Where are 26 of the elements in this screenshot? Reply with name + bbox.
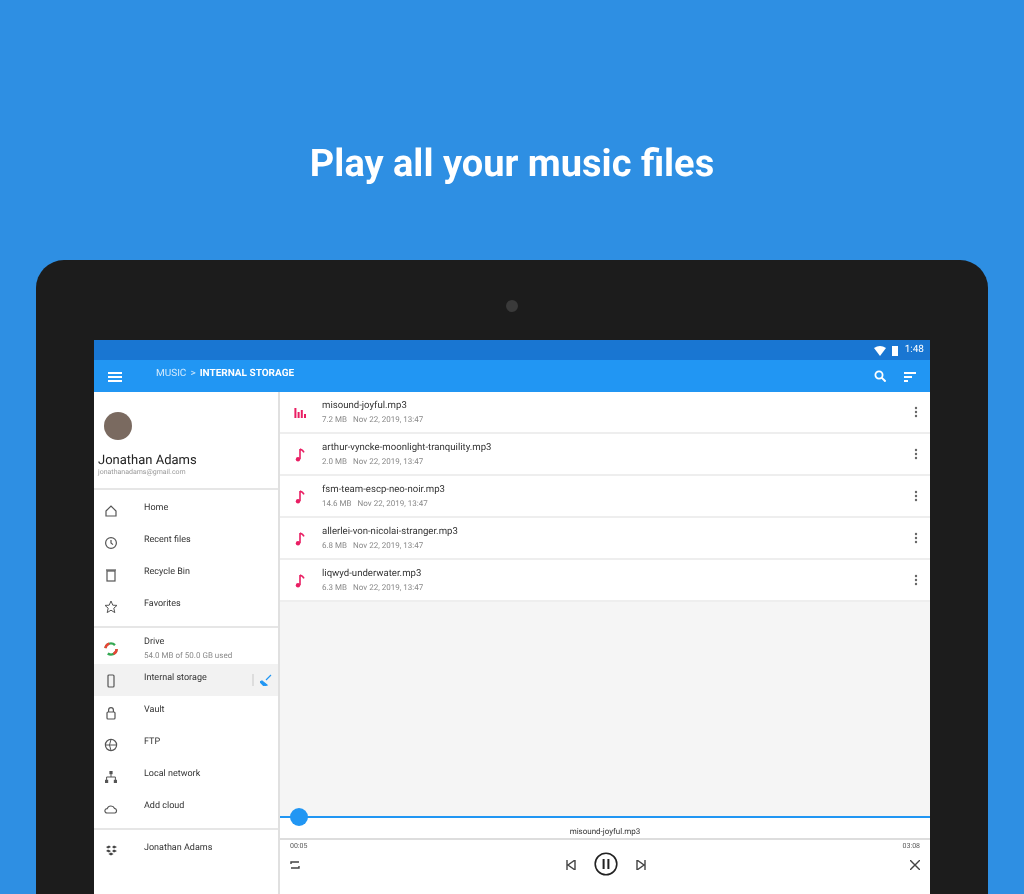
seek-thumb[interactable] xyxy=(290,808,309,826)
cloud-icon xyxy=(104,801,118,815)
battery-icon xyxy=(892,345,899,355)
search-icon[interactable] xyxy=(874,370,886,382)
globe-icon xyxy=(104,737,118,751)
headline: Play all your music files xyxy=(309,140,715,188)
trash-icon xyxy=(104,567,118,581)
ring-icon xyxy=(104,641,118,655)
repeat-icon[interactable] xyxy=(290,859,300,869)
home-icon xyxy=(104,503,118,517)
menu-icon[interactable] xyxy=(108,371,122,381)
broom-icon[interactable] xyxy=(260,674,272,686)
lock-icon xyxy=(104,705,118,719)
avatar-placeholder xyxy=(104,412,132,440)
star-icon xyxy=(104,599,118,613)
next-icon[interactable] xyxy=(635,859,645,869)
boxes-icon xyxy=(104,843,118,857)
camera-icon xyxy=(506,300,518,312)
wifi-icon xyxy=(874,345,887,355)
previous-icon[interactable] xyxy=(565,859,575,869)
pause-icon[interactable] xyxy=(593,852,617,876)
shuffle-icon[interactable] xyxy=(910,859,920,869)
clock-icon xyxy=(104,535,118,549)
phone-icon xyxy=(104,673,118,687)
network-icon xyxy=(104,769,118,783)
sort-icon[interactable] xyxy=(904,371,916,381)
